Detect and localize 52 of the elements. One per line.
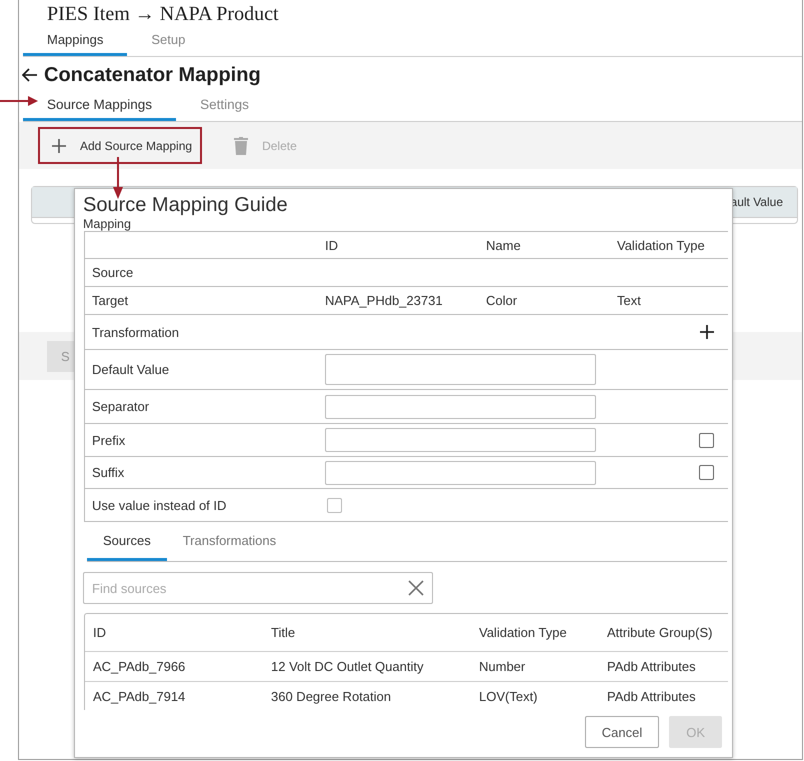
section-tab[interactable]: Settings <box>176 91 273 121</box>
table-cell-text: PAdb Attributes <box>607 689 697 704</box>
field-label: Use value instead of ID <box>92 498 228 512</box>
table-cell-text: PAdb Attributes <box>607 659 697 674</box>
checkbox[interactable] <box>327 498 342 512</box>
column-header: ID <box>325 238 339 252</box>
section-label: Mapping <box>83 217 132 231</box>
field-label: Prefix <box>92 432 126 448</box>
annotation-arrow <box>0 96 38 106</box>
checkbox[interactable] <box>699 432 714 448</box>
column-header: Validation Type <box>617 238 706 252</box>
dialog-button[interactable]: Cancel <box>584 716 660 748</box>
nav-tab[interactable]: Setup <box>127 26 210 56</box>
field-label: Separator <box>92 399 150 414</box>
column-header: ID <box>93 625 107 640</box>
annotation-arrow <box>113 157 123 199</box>
table-cell-text: 12 Volt DC Outlet Quantity <box>271 659 424 674</box>
table-cell-text: Color <box>486 293 518 308</box>
plus-icon <box>52 138 66 152</box>
field-label: Suffix <box>92 465 126 480</box>
nav-tab[interactable]: Mappings <box>23 26 128 56</box>
column-header: Attribute Group(S) <box>607 625 714 640</box>
toolbar-button[interactable]: Add Source Mapping <box>38 127 202 164</box>
back-arrow-icon[interactable] <box>22 68 38 82</box>
search-field[interactable]: Find sources <box>83 572 433 604</box>
add-icon[interactable] <box>700 325 714 339</box>
field-label: Default Value <box>92 362 170 377</box>
input-field[interactable] <box>325 394 596 418</box>
dialog-tab[interactable]: Transformations <box>166 526 292 561</box>
dialog-title: Source Mapping Guide <box>83 193 289 217</box>
dialog-tab[interactable]: Sources <box>87 526 167 561</box>
table-cell-text: Text <box>617 293 642 308</box>
table-cell-text: AC_PAdb_7966 <box>93 659 186 674</box>
trash-icon <box>234 136 248 154</box>
app-title: PIES Item → NAPA Product <box>47 2 280 26</box>
table-cell-text: Number <box>479 659 526 674</box>
table-cell-text: 360 Degree Rotation <box>271 689 392 704</box>
input-field[interactable] <box>325 428 596 452</box>
input-field[interactable] <box>325 460 596 484</box>
field-label: Source <box>92 265 134 280</box>
field-label: Transformation <box>92 324 180 340</box>
page-title: Concatenator Mapping <box>44 64 261 86</box>
table-cell-text: LOV(Text) <box>479 689 539 704</box>
column-header: Name <box>486 238 522 252</box>
column-header: Title <box>271 625 296 640</box>
column-header: Validation Type <box>479 625 568 640</box>
close-icon[interactable] <box>408 580 424 596</box>
table-cell-text: AC_PAdb_7914 <box>93 689 186 704</box>
field-label: Target <box>92 293 130 308</box>
table-cell-text: NAPA_PHdb_23731 <box>325 293 444 308</box>
checkbox[interactable] <box>699 465 714 480</box>
input-field[interactable] <box>325 354 596 385</box>
